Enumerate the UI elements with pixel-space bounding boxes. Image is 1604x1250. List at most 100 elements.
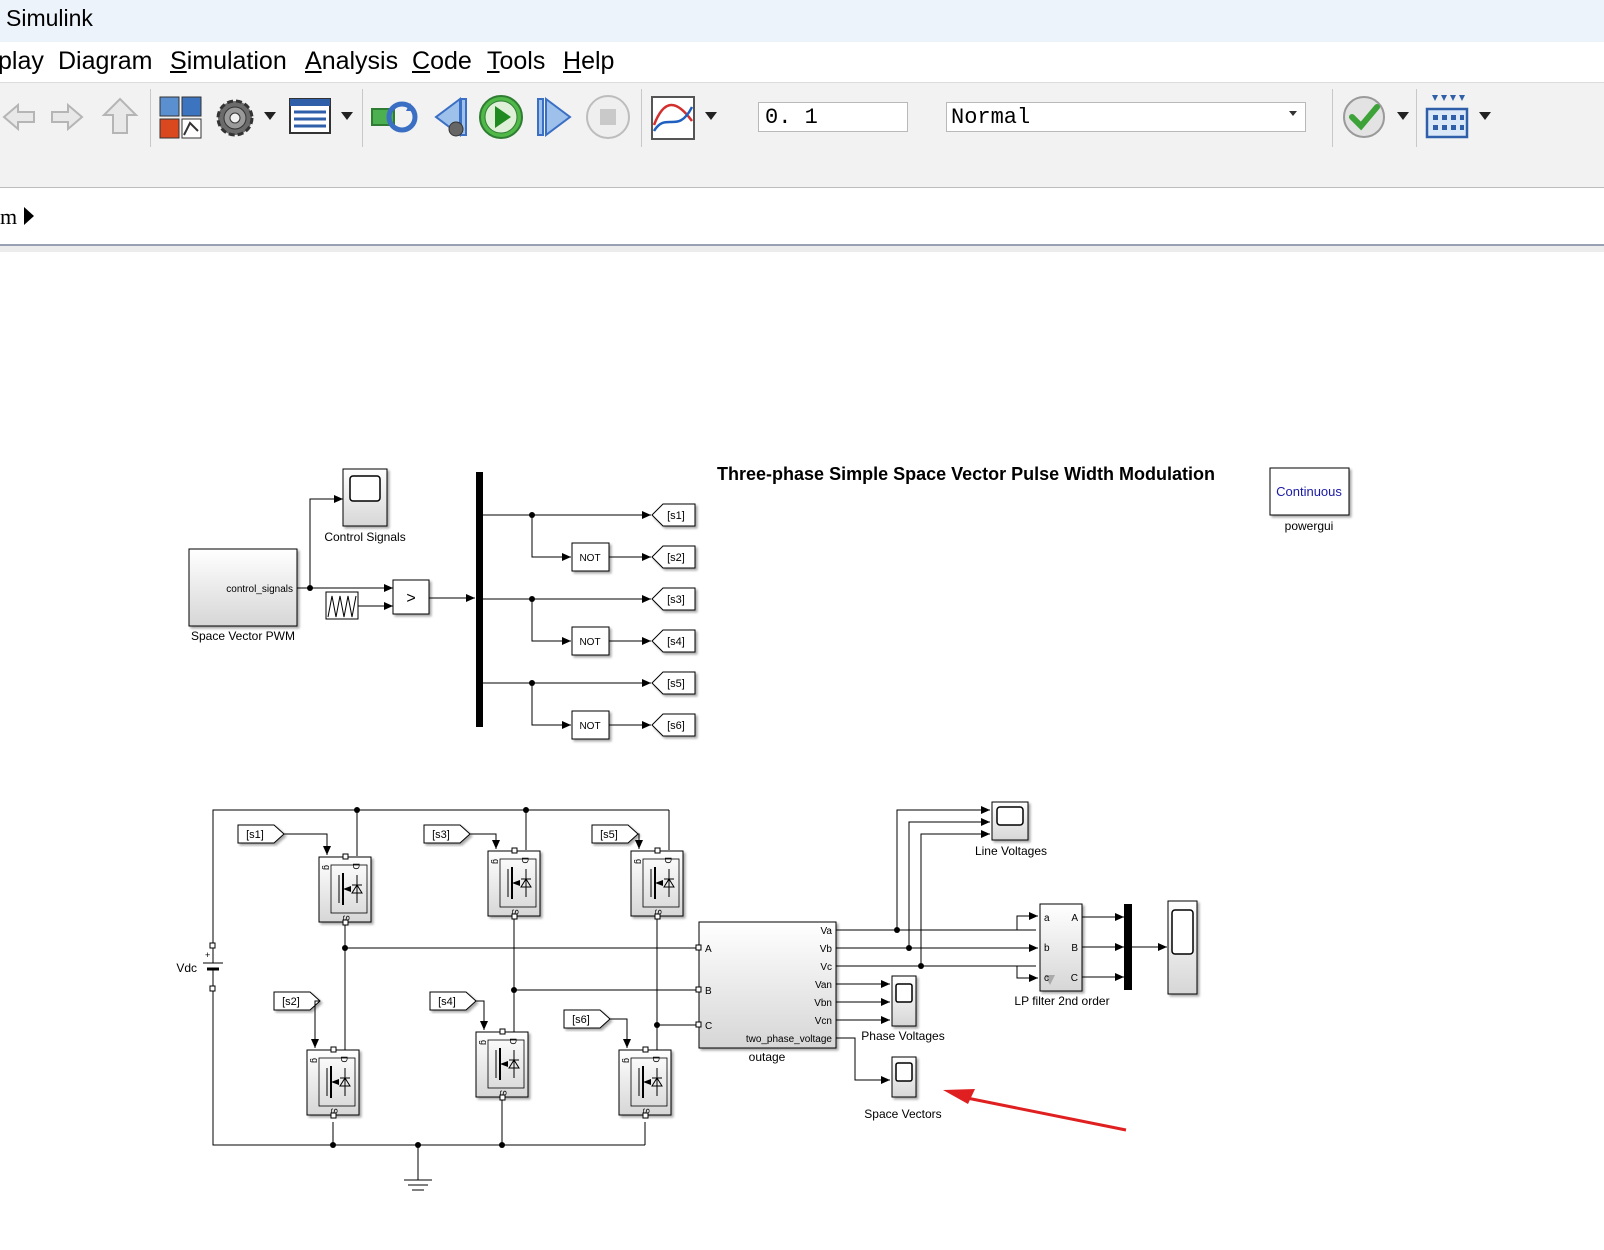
output-junctions [894,927,924,969]
filter-output-label: A [1071,913,1078,924]
canvas-top-border [0,246,1604,252]
menu-help[interactable]: Help [563,47,614,76]
back-icon[interactable] [0,97,40,137]
mux-block[interactable] [1124,904,1132,990]
from-tag-s1[interactable]: [s1] [237,824,285,844]
breadcrumb-arrow-icon[interactable] [24,207,34,225]
mosfet-block[interactable]: g D S [306,1046,360,1119]
goto-tag-s3[interactable]: [s3] [651,587,696,611]
up-icon[interactable] [100,95,140,139]
data-inspector-icon[interactable] [650,95,696,141]
stop-time-input[interactable]: 0. 1 [758,102,908,132]
mosfet-block[interactable]: g D S [618,1046,672,1119]
control-wires [297,495,475,610]
drain-port-label: D [508,1038,518,1045]
diagram-title: Three-phase Simple Space Vector Pulse Wi… [717,464,1215,484]
chevron-down-icon[interactable] [263,111,277,121]
carrier-source[interactable] [325,591,359,620]
drain-port-label: D [339,1056,349,1063]
mosfet-block[interactable]: g D S [318,853,372,926]
space-vectors-scope[interactable] [891,1056,917,1098]
lp-filter-label: LP filter 2nd order [1014,994,1109,1008]
model-explorer-icon[interactable] [288,97,332,137]
output-scope[interactable] [1167,900,1198,995]
update-diagram-icon[interactable] [370,95,420,139]
run-icon[interactable] [477,93,525,141]
menu-code[interactable]: Code [412,47,472,76]
measurement-output-label: Vbn [814,998,832,1009]
powergui-label: powergui [1285,519,1334,533]
menu-simulation[interactable]: Simulation [170,47,287,76]
gate-port-label: g [479,1040,489,1045]
secondary-toolbar [0,153,1604,188]
measurement-output-label: Vc [820,962,832,973]
menu-diagram[interactable]: Diagram [58,47,152,76]
svpwm-subsystem[interactable]: control_signals [188,548,298,627]
signal-wire [531,599,571,645]
mosfet-block[interactable]: g D S [475,1028,529,1101]
forward-icon[interactable] [46,97,86,137]
chevron-down-icon[interactable] [340,111,354,121]
menu-analysis[interactable]: Analysis [305,47,398,76]
from-tag-label: [s2] [282,996,300,1008]
not-label: NOT [579,553,600,564]
gate-wire [470,833,500,849]
from-tag-s3[interactable]: [s3] [423,824,471,844]
goto-tags-group: [s1] NOT [s2] [s3] NOT [s4] [s5] NOT [s6] [483,503,696,740]
from-tag-s4[interactable]: [s4] [429,991,477,1011]
stop-icon[interactable] [584,93,632,141]
not-gate[interactable]: NOT [571,542,610,572]
goto-tag-s6[interactable]: [s6] [651,713,696,737]
source-port-label: S [510,909,520,915]
from-tag-s5[interactable]: [s5] [591,824,639,844]
gate-wire [635,833,643,849]
relational-operator[interactable]: > [392,579,430,615]
goto-tag-s2[interactable]: [s2] [651,545,696,569]
filter-input-label: b [1044,943,1050,954]
line-voltages-scope[interactable] [991,801,1029,841]
space-vectors-label: Space Vectors [864,1107,941,1121]
control-signals-scope[interactable] [342,468,388,527]
lp-filter-block[interactable] [1039,903,1083,992]
measurement-input-label: C [705,1021,712,1032]
chevron-down-icon[interactable] [1478,111,1492,121]
source-port-label: S [329,1108,339,1114]
line-voltages-label: Line Voltages [975,844,1047,858]
signal-builder-icon[interactable] [1424,93,1470,141]
svg-text:+: + [205,950,210,960]
drain-port-label: D [663,857,673,864]
model-settings-icon[interactable] [212,95,258,141]
step-forward-icon[interactable] [534,95,574,139]
from-tag-label: [s3] [432,829,450,841]
phase-voltages-scope[interactable] [891,975,917,1027]
chevron-down-icon[interactable] [1396,111,1410,121]
power-junctions [330,807,660,1148]
filter-output-label: B [1071,943,1078,954]
step-back-icon[interactable] [432,95,472,139]
dc-voltage-source[interactable]: + [203,942,223,992]
menu-display[interactable]: play [0,47,44,76]
from-tag-s6[interactable]: [s6] [563,1009,611,1029]
goto-tag-s5[interactable]: [s5] [651,671,696,695]
demux-block[interactable] [476,472,483,727]
voltage-measurement-subsystem[interactable] [698,921,837,1049]
mosfet-block[interactable]: g D S [487,847,541,920]
goto-tag-s4[interactable]: [s4] [651,629,696,653]
library-browser-icon[interactable] [158,95,204,141]
not-gate[interactable]: NOT [571,710,610,740]
mosfet-block[interactable]: g D S [630,847,684,920]
signal-wire [531,683,571,729]
gate-port-label: g [634,859,644,864]
model-advisor-icon[interactable] [1340,93,1388,141]
measurement-label: outage [749,1050,786,1064]
chevron-down-icon[interactable] [704,111,718,121]
breadcrumb-model[interactable]: m [0,204,17,230]
goto-tag-s1[interactable]: [s1] [651,503,696,527]
from-tag-s2[interactable]: [s2] [273,991,321,1011]
menu-tools[interactable]: Tools [487,47,545,76]
simulation-mode-select[interactable]: Normal [946,102,1306,132]
gate-port-label: g [622,1058,632,1063]
toolbar: 0. 1 Normal [0,82,1604,154]
not-gate[interactable]: NOT [571,626,610,656]
powergui-block[interactable]: Continuous [1269,467,1350,516]
